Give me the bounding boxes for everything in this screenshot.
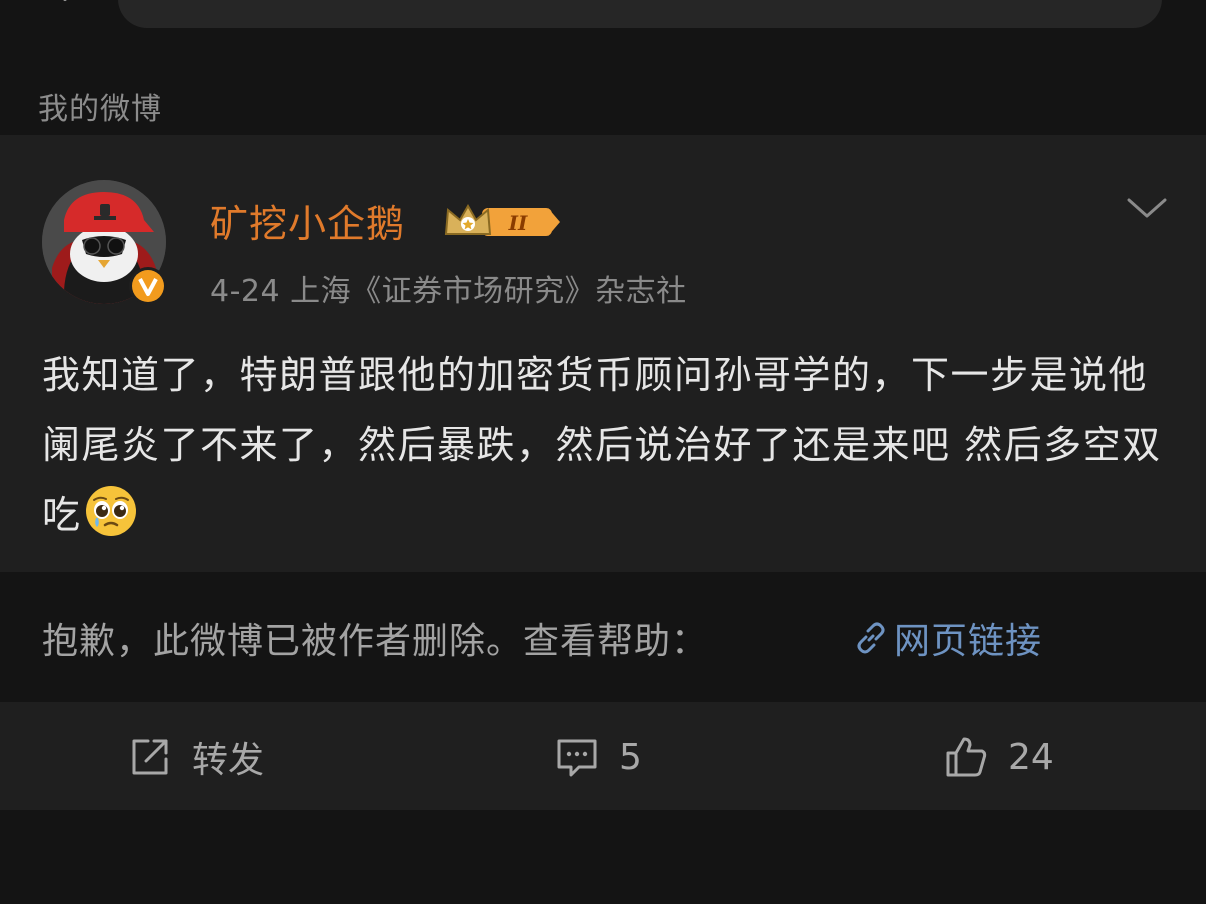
more-options-chevron-icon[interactable]	[1126, 194, 1168, 222]
comment-button[interactable]: 5	[555, 734, 642, 780]
post-text-content: 我知道了，特朗普跟他的加密货币顾问孙哥学的，下一步是说他阑尾炎了不来了，然后暴跌…	[42, 353, 1162, 537]
level-badge-label: II	[508, 211, 528, 235]
username[interactable]: 矿挖小企鹅	[210, 193, 405, 248]
post-meta: 4-24 上海《证券市场研究》杂志社	[210, 274, 687, 309]
section-title: 我的微博	[38, 92, 162, 127]
comment-icon	[557, 739, 597, 777]
repost-label: 转发	[192, 740, 265, 781]
deleted-notice-text: 抱歉，此微博已被作者删除。查看帮助：	[42, 621, 709, 662]
comment-count: 5	[619, 736, 642, 778]
like-count: 24	[1008, 736, 1054, 778]
back-chevron-icon[interactable]	[50, 0, 80, 6]
web-link-label: 网页链接	[894, 621, 1043, 662]
repost-icon	[132, 739, 168, 775]
top-bar	[0, 0, 1206, 44]
link-icon	[857, 622, 885, 654]
thumbs-up-icon	[946, 737, 987, 777]
crown-level-badge-icon[interactable]: II	[444, 200, 562, 244]
verified-badge-icon	[129, 267, 167, 305]
web-link[interactable]: 网页链接	[852, 612, 1042, 664]
pleading-face-icon	[85, 486, 136, 536]
post-text: 我知道了，特朗普跟他的加密货币顾问孙哥学的，下一步是说他阑尾炎了不来了，然后暴跌…	[42, 340, 1162, 550]
repost-button[interactable]: 转发	[128, 734, 265, 781]
search-bar[interactable]	[118, 0, 1162, 28]
like-button[interactable]: 24	[944, 734, 1054, 780]
